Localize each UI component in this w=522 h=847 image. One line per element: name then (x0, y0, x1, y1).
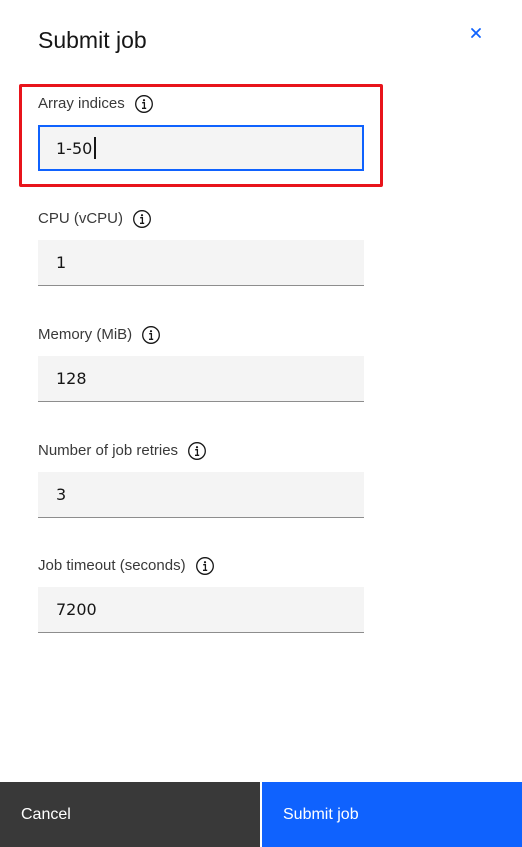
field-label: CPU (vCPU) (38, 210, 123, 227)
information-icon (195, 557, 214, 575)
information-icon (133, 210, 151, 228)
cpu-input-wrapper (38, 240, 364, 286)
field-array-indices: Array indices (38, 93, 364, 171)
memory-input-wrapper (38, 356, 364, 402)
field-job-retries: Number of job retries (38, 440, 364, 518)
field-label: Number of job retries (38, 442, 179, 459)
memory-input[interactable] (38, 356, 364, 401)
information-icon (142, 326, 161, 344)
close-button[interactable] (464, 21, 488, 45)
field-label: Memory (MiB) (38, 326, 133, 343)
cpu-input[interactable] (38, 240, 364, 285)
modal-title: Submit job (38, 27, 147, 53)
info-button[interactable] (134, 94, 154, 114)
information-icon (188, 442, 207, 460)
text-cursor (94, 137, 96, 159)
submit-job-button[interactable]: Submit job (262, 782, 522, 847)
info-button[interactable] (132, 209, 152, 229)
job-timeout-input[interactable] (38, 587, 364, 632)
job-retries-input-wrapper (38, 472, 364, 518)
info-button[interactable] (195, 556, 215, 576)
field-cpu: CPU (vCPU) (38, 208, 364, 286)
field-label: Array indices (38, 95, 125, 112)
info-button[interactable] (187, 441, 207, 461)
cancel-button[interactable]: Cancel (0, 782, 260, 847)
field-memory: Memory (MiB) (38, 324, 364, 402)
information-icon (134, 95, 153, 113)
job-retries-input[interactable] (38, 472, 364, 517)
array-indices-input[interactable] (40, 127, 362, 169)
job-timeout-input-wrapper (38, 587, 364, 633)
field-label: Job timeout (seconds) (38, 557, 186, 574)
modal-footer: Cancel Submit job (0, 782, 522, 847)
close-icon (471, 28, 481, 38)
field-job-timeout: Job timeout (seconds) (38, 555, 364, 633)
array-indices-input-wrapper (38, 125, 364, 171)
info-button[interactable] (141, 325, 161, 345)
